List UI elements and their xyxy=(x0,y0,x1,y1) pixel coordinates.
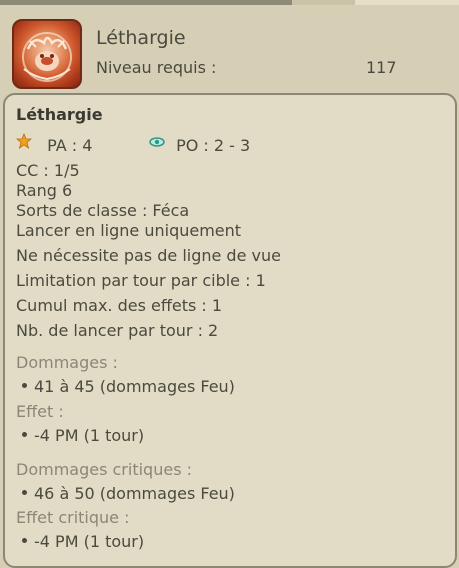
lethargie-spell-icon xyxy=(12,19,82,89)
critical-effect-list-item: -4 PM (1 tour) xyxy=(22,532,144,551)
class-spell-text: Sorts de classe : Féca xyxy=(16,201,190,220)
bullet-dot xyxy=(22,432,27,437)
po-text: PO : 2 - 3 xyxy=(176,136,251,155)
effect-list-item: -4 PM (1 tour) xyxy=(22,426,144,445)
effect-value: -4 PM (1 tour) xyxy=(34,426,145,445)
bullet-dot xyxy=(22,383,27,388)
casts-per-turn-text: Nb. de lancer par tour : 2 xyxy=(16,321,219,340)
critical-effect-section-label: Effet critique : xyxy=(16,508,130,527)
eye-icon xyxy=(149,137,165,156)
required-level-value: 117 xyxy=(366,58,397,77)
bullet-dot xyxy=(22,538,27,543)
star-icon xyxy=(15,132,33,157)
line-of-sight-text: Ne nécessite pas de ligne de vue xyxy=(16,246,281,265)
pa-stat: PA : 4 xyxy=(15,132,93,157)
spell-details-panel: Léthargie PA : 4 PO : 2 - 3 CC : 1/5 Ran… xyxy=(3,93,457,568)
damage-list-item: 41 à 45 (dommages Feu) xyxy=(22,377,235,396)
critical-damage-list-item: 46 à 50 (dommages Feu) xyxy=(22,484,235,503)
limit-per-target-text: Limitation par tour par cible : 1 xyxy=(16,271,266,290)
max-stack-text: Cumul max. des effets : 1 xyxy=(16,296,223,315)
required-level-label: Niveau requis : xyxy=(96,58,217,77)
line-cast-text: Lancer en ligne uniquement xyxy=(16,221,242,240)
spell-header: Léthargie Niveau requis : 117 xyxy=(0,5,459,90)
po-stat: PO : 2 - 3 xyxy=(149,136,250,156)
spell-name-header: Léthargie xyxy=(96,27,186,49)
bullet-dot xyxy=(22,490,27,495)
pa-text: PA : 4 xyxy=(47,136,93,155)
damage-value: 41 à 45 (dommages Feu) xyxy=(34,377,235,396)
critical-damage-value: 46 à 50 (dommages Feu) xyxy=(34,484,235,503)
damage-section-label: Dommages : xyxy=(16,353,118,372)
critical-effect-value: -4 PM (1 tour) xyxy=(34,532,145,551)
panel-spell-title: Léthargie xyxy=(16,105,103,124)
critical-damage-section-label: Dommages critiques : xyxy=(16,460,192,479)
cc-stat: CC : 1/5 xyxy=(16,161,80,180)
effect-section-label: Effet : xyxy=(16,402,64,421)
rank-text: Rang 6 xyxy=(16,181,73,200)
